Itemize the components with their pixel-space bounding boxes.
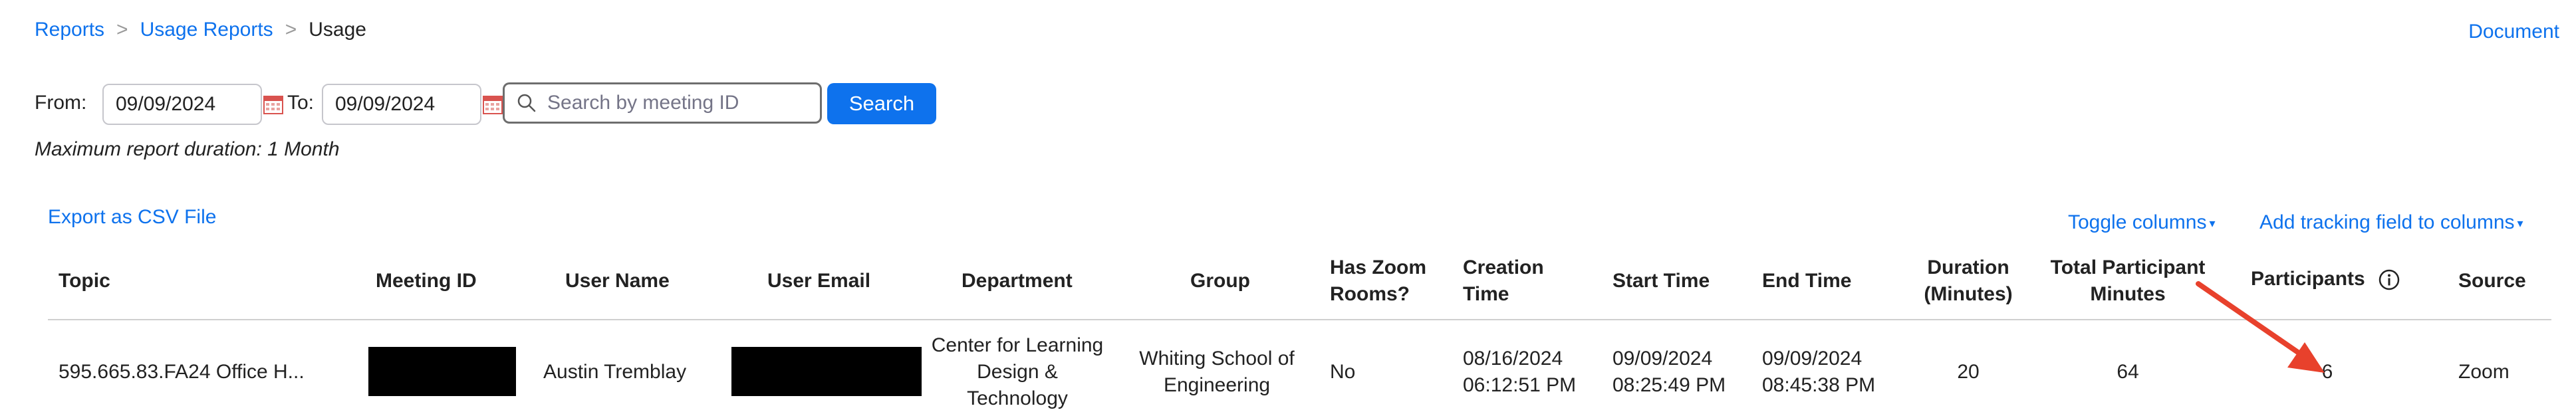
breadcrumb-usage-reports[interactable]: Usage Reports	[140, 19, 273, 41]
breadcrumb: Reports > Usage Reports > Usage	[35, 19, 366, 41]
breadcrumb-separator: >	[116, 19, 128, 41]
cell-creation-date: 08/16/2024	[1463, 348, 1563, 369]
col-creation-time[interactable]: Creation Time	[1463, 255, 1544, 308]
calendar-icon[interactable]	[483, 94, 503, 114]
cell-user-name: Austin Tremblay	[543, 361, 687, 383]
col-creation-time-line1: Creation	[1463, 257, 1544, 278]
search-button[interactable]: Search	[827, 83, 936, 124]
cell-source: Zoom	[2458, 361, 2510, 383]
caret-down-icon: ▾	[2209, 216, 2216, 230]
redacted-user-email	[731, 347, 922, 396]
cell-has-zoom-rooms: No	[1330, 361, 1356, 383]
cell-end-time: 09/09/2024 08:45:38 PM	[1762, 346, 1875, 399]
cell-creation-time: 08/16/2024 06:12:51 PM	[1463, 346, 1576, 399]
calendar-icon[interactable]	[263, 94, 283, 114]
col-creation-time-line2: Time	[1463, 283, 1509, 305]
search-icon	[517, 94, 536, 112]
toggle-columns-label: Toggle columns	[2068, 211, 2207, 233]
red-arrow-annotation	[2196, 281, 2325, 373]
col-duration[interactable]: Duration (Minutes)	[1908, 255, 2028, 308]
header-divider	[48, 319, 2551, 320]
cell-start-date: 09/09/2024	[1612, 348, 1713, 369]
col-has-zoom-rooms-line2: Rooms?	[1330, 283, 1410, 305]
cell-department-line3: Technology	[967, 387, 1068, 409]
caret-down-icon: ▾	[2517, 216, 2523, 230]
cell-topic: 595.665.83.FA24 Office H...	[59, 361, 305, 383]
info-icon[interactable]	[2378, 268, 2400, 291]
cell-department-line1: Center for Learning	[931, 334, 1104, 356]
col-user-email[interactable]: User Email	[767, 268, 870, 294]
max-duration-note: Maximum report duration: 1 Month	[35, 138, 340, 160]
meeting-id-search-field[interactable]	[503, 82, 822, 124]
col-meeting-id[interactable]: Meeting ID	[376, 268, 477, 294]
add-tracking-label: Add tracking field to columns	[2259, 211, 2515, 233]
document-link[interactable]: Document	[2468, 21, 2559, 43]
cell-creation-clock: 06:12:51 PM	[1463, 374, 1577, 396]
col-user-name[interactable]: User Name	[565, 268, 670, 294]
breadcrumb-current: Usage	[309, 19, 366, 41]
col-topic[interactable]: Topic	[59, 268, 110, 294]
cell-end-date: 09/09/2024	[1762, 348, 1863, 369]
breadcrumb-reports[interactable]: Reports	[35, 19, 104, 41]
col-duration-line2: (Minutes)	[1924, 283, 2013, 305]
redacted-meeting-id	[368, 347, 516, 396]
search-input[interactable]	[546, 91, 815, 115]
add-tracking-field-dropdown[interactable]: Add tracking field to columns ▾	[2259, 211, 2523, 234]
col-duration-line1: Duration	[1927, 257, 2009, 278]
col-source[interactable]: Source	[2458, 268, 2526, 294]
from-date-input[interactable]: 09/09/2024	[102, 84, 262, 125]
to-date-input[interactable]: 09/09/2024	[322, 84, 481, 125]
toggle-columns-dropdown[interactable]: Toggle columns ▾	[2068, 211, 2216, 234]
cell-group-line1: Whiting School of	[1139, 348, 1295, 369]
cell-group: Whiting School of Engineering	[1124, 346, 1310, 399]
col-department[interactable]: Department	[962, 268, 1073, 294]
breadcrumb-separator: >	[285, 19, 297, 41]
col-has-zoom-rooms[interactable]: Has Zoom Rooms?	[1330, 255, 1426, 308]
to-label: To:	[287, 92, 315, 114]
col-start-time[interactable]: Start Time	[1612, 268, 1710, 294]
cell-department: Center for Learning Design & Technology	[924, 332, 1110, 412]
from-label: From:	[35, 92, 87, 114]
export-csv-link[interactable]: Export as CSV File	[48, 206, 216, 229]
cell-group-line2: Engineering	[1163, 374, 1271, 396]
col-group[interactable]: Group	[1190, 268, 1250, 294]
cell-end-clock: 08:45:38 PM	[1762, 374, 1876, 396]
col-end-time[interactable]: End Time	[1762, 268, 1851, 294]
cell-department-line2: Design &	[977, 361, 1058, 383]
cell-start-time: 09/09/2024 08:25:49 PM	[1612, 346, 1726, 399]
cell-duration: 20	[1957, 361, 1980, 383]
cell-start-clock: 08:25:49 PM	[1612, 374, 1726, 396]
col-has-zoom-rooms-line1: Has Zoom	[1330, 257, 1427, 278]
